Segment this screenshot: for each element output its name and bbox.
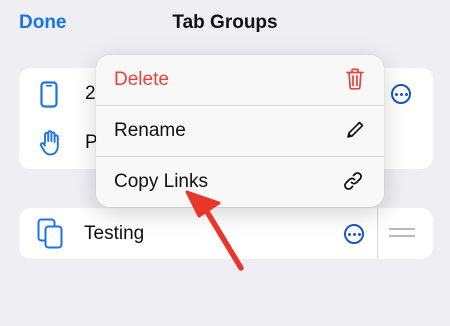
- menu-item-delete[interactable]: Delete: [96, 55, 384, 105]
- link-icon: [344, 172, 362, 190]
- tab-group-row-testing[interactable]: Testing: [19, 208, 433, 259]
- tab-group-label: 2: [85, 83, 96, 104]
- nav-bar: Done Tab Groups: [0, 0, 450, 50]
- menu-item-copy-links[interactable]: Copy Links: [96, 157, 384, 207]
- more-options-button[interactable]: [344, 224, 364, 244]
- pencil-icon: [347, 121, 364, 138]
- reorder-handle-icon[interactable]: [389, 228, 415, 242]
- divider: [377, 208, 378, 259]
- menu-item-label: Rename: [114, 120, 186, 141]
- page-title: Tab Groups: [172, 12, 278, 33]
- context-menu: Delete Rename Copy Links: [96, 55, 384, 207]
- menu-item-rename[interactable]: Rename: [96, 106, 384, 156]
- more-options-button[interactable]: [391, 84, 411, 104]
- tabs-icon: [37, 218, 63, 249]
- tab-group-label: Testing: [84, 223, 145, 244]
- menu-item-label: Copy Links: [114, 171, 208, 192]
- hand-icon: [39, 130, 59, 156]
- menu-item-label: Delete: [114, 69, 169, 90]
- phone-icon: [40, 81, 58, 108]
- trash-icon: [346, 68, 364, 90]
